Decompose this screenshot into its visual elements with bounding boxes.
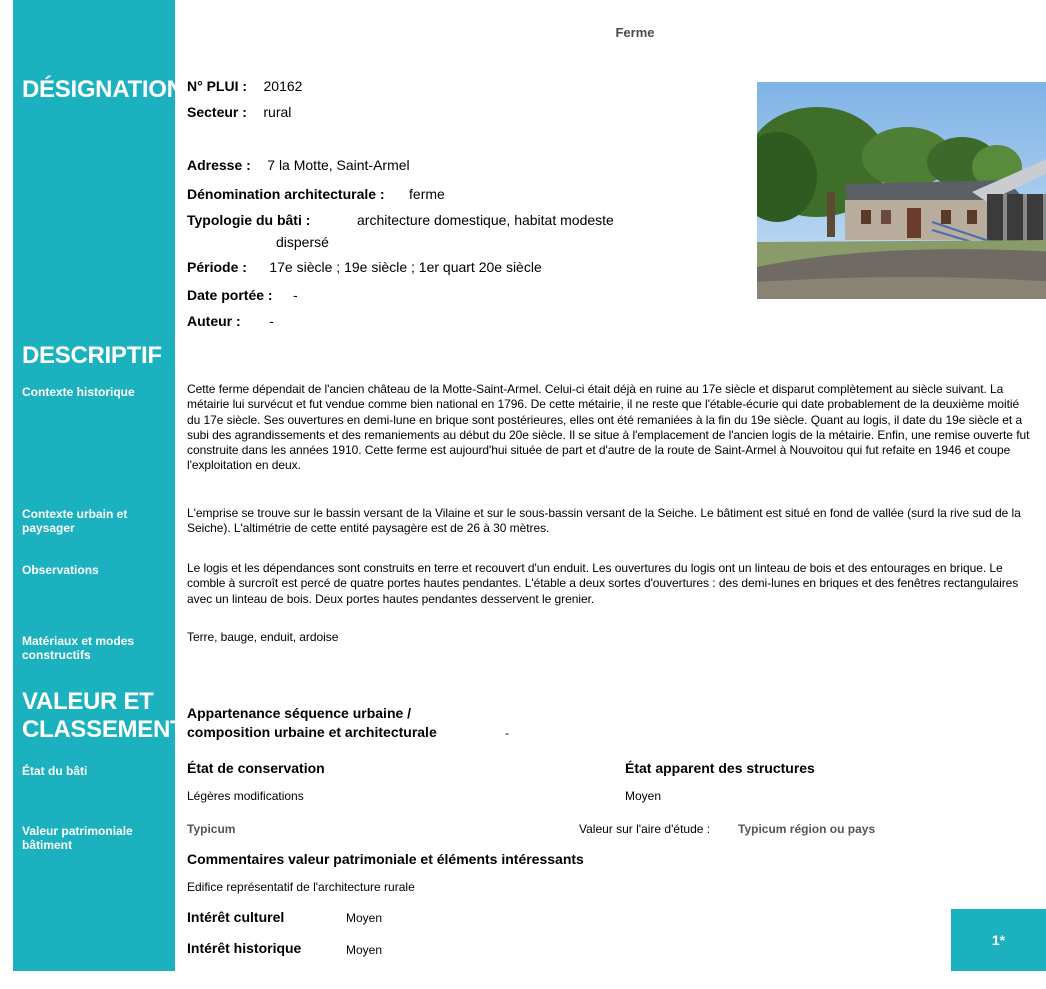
section-valeur-title-line1: VALEUR ET bbox=[22, 688, 154, 715]
aire-etude-value: Typicum région ou pays bbox=[738, 822, 876, 836]
section-descriptif-title: DESCRIPTIF bbox=[22, 342, 162, 369]
typicum-label: Typicum bbox=[187, 822, 236, 836]
auteur-label: Auteur : bbox=[187, 313, 241, 329]
section-designation-title: DÉSIGNATION bbox=[22, 76, 184, 103]
periode-value: 17e siècle ; 19e siècle ; 1er quart 20e … bbox=[269, 259, 542, 275]
materiaux-text: Terre, bauge, enduit, ardoise bbox=[187, 630, 339, 644]
secteur-label: Secteur : bbox=[187, 104, 247, 120]
classement-badge: 1* bbox=[951, 909, 1046, 971]
adresse-label: Adresse : bbox=[187, 157, 251, 173]
auteur-value: - bbox=[269, 313, 274, 329]
interet-culturel-label: Intérêt culturel bbox=[187, 909, 285, 925]
typologie-value-line1: architecture domestique, habitat modeste bbox=[357, 212, 614, 228]
aire-etude-label: Valeur sur l'aire d'étude : bbox=[579, 822, 711, 836]
plui-label: N° PLUI : bbox=[187, 78, 248, 94]
label-etat-bati: État du bâti bbox=[22, 764, 88, 778]
appartenance-label-line2: composition urbaine et architecturale bbox=[187, 724, 437, 740]
label-contexte-historique: Contexte historique bbox=[22, 385, 135, 399]
date-portee-value: - bbox=[293, 287, 298, 303]
field-secteur: Secteur : rural bbox=[187, 104, 291, 122]
field-adresse: Adresse : 7 la Motte, Saint-Armel bbox=[187, 157, 410, 175]
field-typologie-label: Typologie du bâti : bbox=[187, 212, 310, 230]
commentaires-label: Commentaires valeur patrimoniale et élém… bbox=[187, 851, 584, 867]
field-plui: N° PLUI : 20162 bbox=[187, 78, 302, 96]
appartenance-value: - bbox=[505, 726, 509, 740]
label-observations: Observations bbox=[22, 563, 99, 577]
label-materiaux: Matériaux et modes constructifs bbox=[22, 634, 135, 662]
interet-culturel-value: Moyen bbox=[346, 911, 383, 925]
interet-historique-label: Intérêt historique bbox=[187, 940, 302, 956]
building-photo bbox=[757, 82, 1046, 299]
denomination-label: Dénomination architecturale : bbox=[187, 186, 385, 202]
structures-value: Moyen bbox=[625, 789, 662, 803]
field-denomination: Dénomination architecturale : ferme bbox=[187, 186, 445, 204]
date-portee-label: Date portée : bbox=[187, 287, 273, 303]
contexte-historique-text: Cette ferme dépendait de l'ancien châtea… bbox=[187, 382, 1030, 473]
contexte-urbain-text: L'emprise se trouve sur le bassin versan… bbox=[187, 506, 1021, 536]
periode-label: Période : bbox=[187, 259, 247, 275]
interet-historique-value: Moyen bbox=[346, 943, 383, 957]
appartenance-label-line1: Appartenance séquence urbaine / bbox=[187, 705, 412, 721]
label-valeur-patrimoniale: Valeur patrimoniale bâtiment bbox=[22, 824, 133, 852]
page-title: Ferme bbox=[615, 25, 655, 40]
conservation-value: Légères modifications bbox=[187, 789, 304, 803]
typologie-label: Typologie du bâti : bbox=[187, 212, 311, 228]
label-contexte-urbain: Contexte urbain et paysager bbox=[22, 507, 128, 535]
adresse-value: 7 la Motte, Saint-Armel bbox=[267, 157, 410, 173]
conservation-label: État de conservation bbox=[187, 760, 325, 776]
field-date-portee: Date portée : - bbox=[187, 287, 298, 305]
section-valeur-title-line2: CLASSEMENT bbox=[22, 716, 185, 743]
commentaires-value: Edifice représentatif de l'architecture … bbox=[187, 880, 415, 894]
typologie-value-line2: dispersé bbox=[276, 234, 329, 250]
secteur-value: rural bbox=[263, 104, 292, 120]
field-auteur: Auteur : - bbox=[187, 313, 274, 331]
plui-value: 20162 bbox=[263, 78, 303, 94]
observations-text: Le logis et les dépendances sont constru… bbox=[187, 561, 1019, 606]
denomination-value: ferme bbox=[409, 186, 445, 202]
structures-label: État apparent des structures bbox=[625, 760, 815, 776]
field-periode: Période : 17e siècle ; 19e siècle ; 1er … bbox=[187, 259, 542, 277]
